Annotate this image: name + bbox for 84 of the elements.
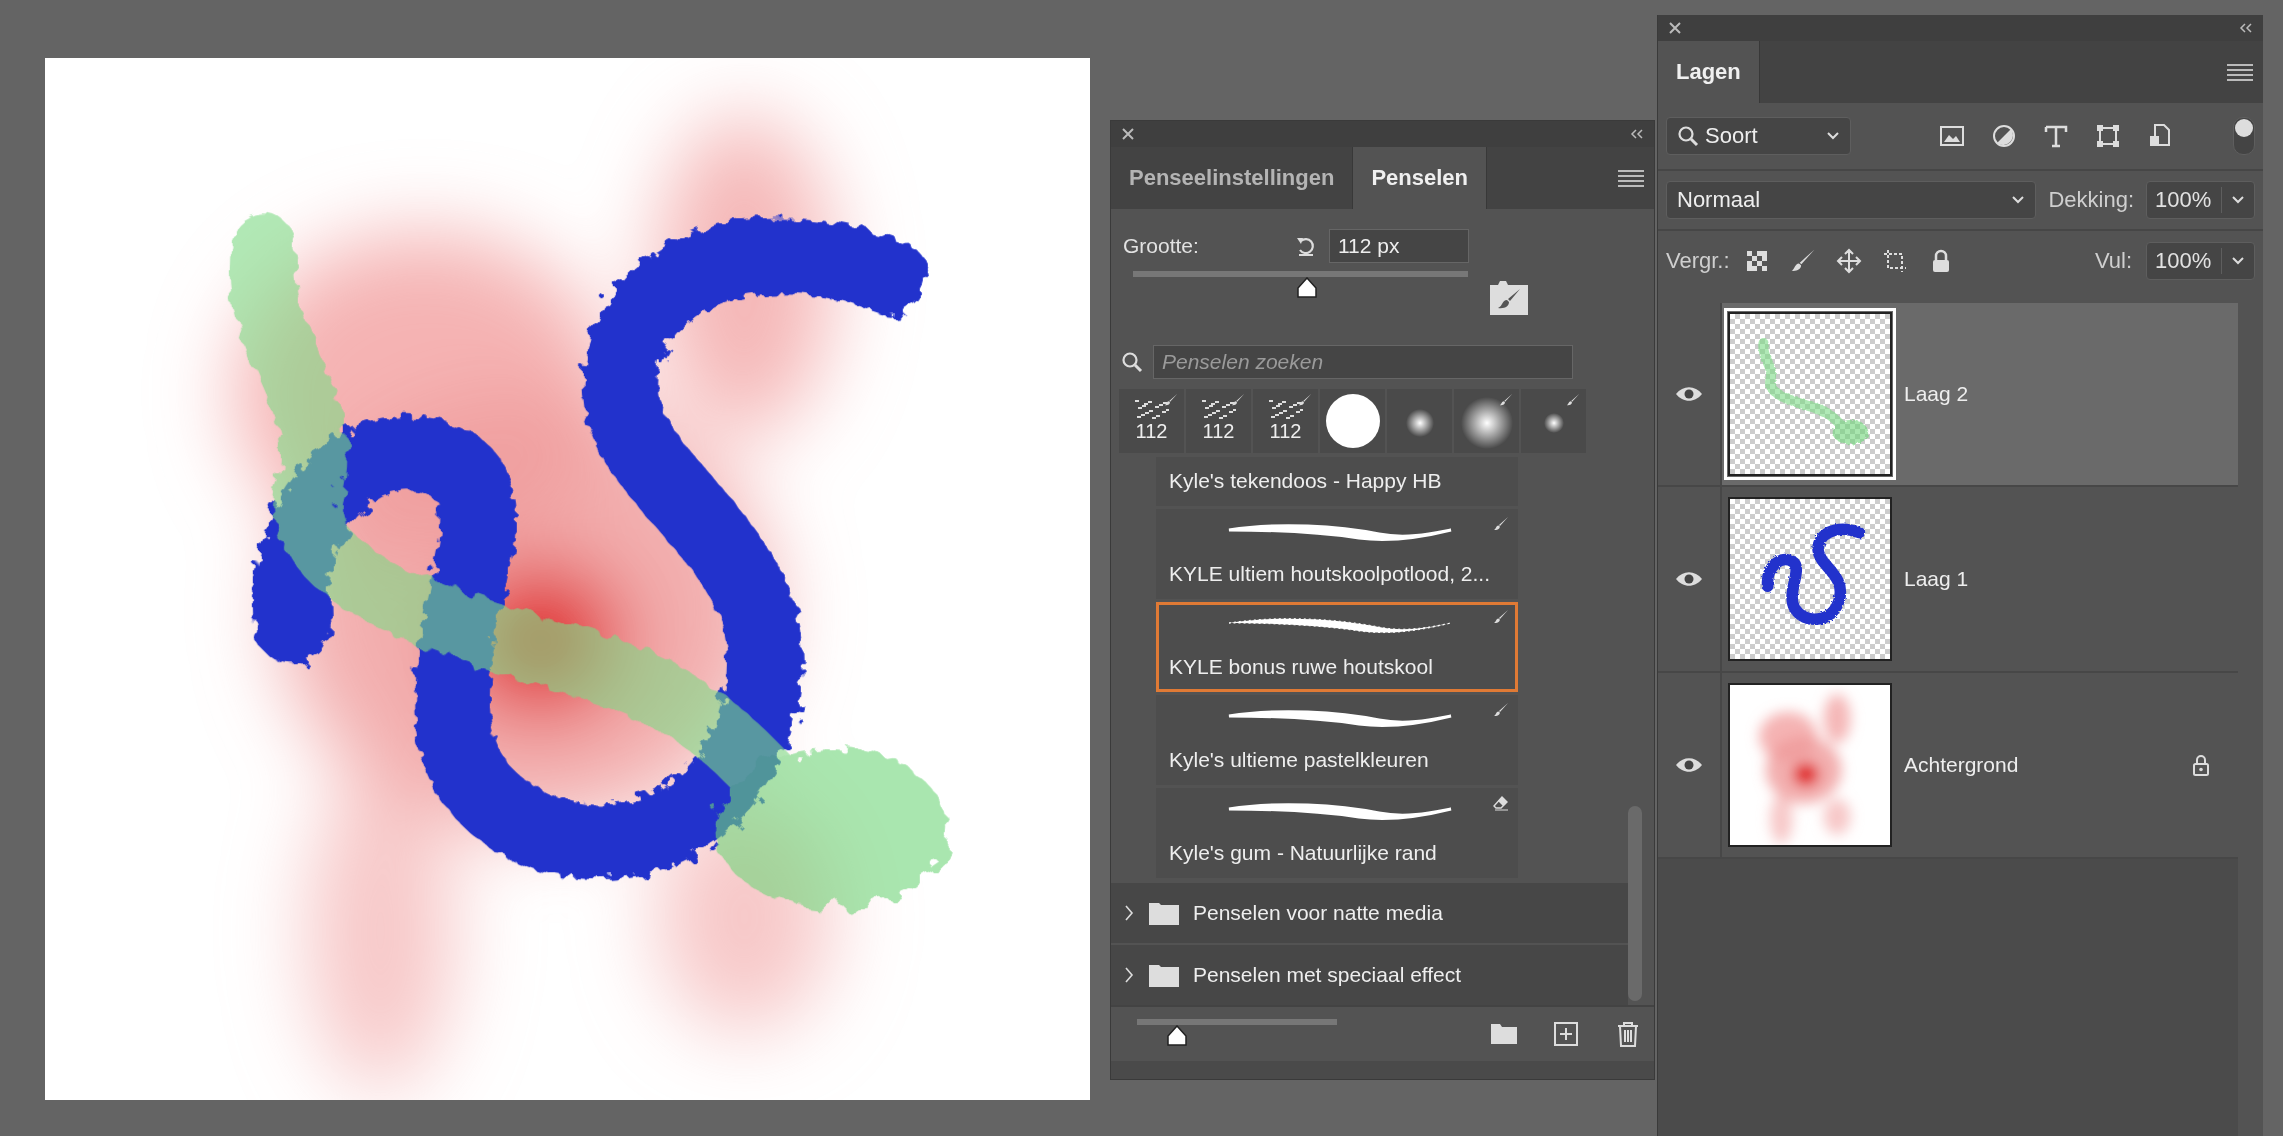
- brush-name: Kyle's tekendoos - Happy HB: [1169, 468, 1443, 493]
- layer-name: Laag 1: [1904, 567, 1969, 591]
- fill-label: Vul:: [2094, 248, 2132, 274]
- brush-preset[interactable]: [1320, 389, 1385, 453]
- type-icon[interactable]: [2043, 123, 2069, 149]
- brush-item[interactable]: Kyle's tekendoos - Happy HB: [1156, 457, 1518, 506]
- brush-icon: [1493, 608, 1509, 625]
- eye-icon[interactable]: [1675, 756, 1703, 774]
- scrollbar[interactable]: [1628, 806, 1642, 1001]
- close-icon[interactable]: [1668, 21, 1682, 35]
- soft-round-brush-icon: [1543, 413, 1564, 433]
- brush-name: Kyle's ultieme pastelkleuren: [1169, 748, 1430, 773]
- caret-icon: [2231, 195, 2245, 205]
- layer-name: Laag 2: [1904, 382, 1969, 406]
- reset-icon[interactable]: [1295, 235, 1317, 257]
- blend-mode-dropdown[interactable]: Normaal: [1666, 181, 2037, 219]
- brush-name: KYLE bonus ruwe houtskool: [1169, 655, 1434, 680]
- new-brush-icon[interactable]: [1490, 281, 1528, 315]
- collapse-icon[interactable]: [1630, 127, 1644, 141]
- caret-icon: [1826, 131, 1840, 141]
- brush-icon: [1493, 515, 1509, 532]
- eye-icon[interactable]: [1675, 385, 1703, 403]
- brush-icon: [1493, 702, 1509, 719]
- artboard-icon[interactable]: [1881, 248, 1908, 274]
- folder-icon: [1149, 901, 1179, 926]
- brush-name: KYLE ultiem houtskoolpotlood, 2...: [1169, 561, 1492, 586]
- eraser-icon: [1493, 795, 1509, 812]
- brush-icon: [1231, 393, 1245, 407]
- size-label: Grootte:: [1123, 234, 1200, 258]
- brush-preset[interactable]: [1521, 389, 1586, 453]
- panel-tab[interactable]: Lagen: [1658, 41, 1760, 103]
- brush-preset[interactable]: 112: [1186, 389, 1251, 453]
- caret-icon: [2011, 195, 2026, 205]
- brush-icon: [1566, 393, 1580, 407]
- lock-label: Vergr.:: [1666, 248, 1730, 274]
- brush-preset[interactable]: [1387, 389, 1452, 453]
- move-icon[interactable]: [1835, 248, 1862, 274]
- brush-icon[interactable]: [1789, 248, 1816, 274]
- brush-item[interactable]: Kyle's ultieme pastelkleuren: [1156, 695, 1518, 786]
- hard-round-brush-icon: [1324, 393, 1381, 449]
- collapse-icon[interactable]: [2239, 21, 2253, 35]
- brush-preset[interactable]: 112: [1253, 389, 1318, 453]
- brush-item[interactable]: KYLE ultiem houtskoolpotlood, 2...: [1156, 508, 1518, 599]
- brush-item[interactable]: Kyle's gum - Natuurlijke rand: [1156, 788, 1518, 879]
- image-icon[interactable]: [1939, 123, 1965, 149]
- smart-object-icon[interactable]: [2147, 123, 2173, 149]
- size-slider[interactable]: [1133, 271, 1468, 301]
- filter-dropdown[interactable]: Soort: [1666, 117, 1851, 155]
- brush-preset[interactable]: 112: [1119, 389, 1184, 453]
- menu-icon[interactable]: [2227, 63, 2253, 81]
- panel-tab[interactable]: Penselen: [1353, 147, 1487, 209]
- fill-field[interactable]: 100%: [2146, 242, 2255, 280]
- layer-name: Achtergrond: [1904, 753, 2019, 777]
- brush-group[interactable]: Penselen voor natte media: [1111, 883, 1628, 944]
- texture-brush-icon: [1268, 399, 1303, 420]
- filter-toggle[interactable]: [2233, 117, 2255, 155]
- soft-round-brush-icon: [1460, 397, 1513, 449]
- add-icon[interactable]: [1552, 1020, 1580, 1048]
- search-field[interactable]: Penselen zoeken: [1153, 345, 1573, 379]
- eye-icon[interactable]: [1675, 570, 1703, 588]
- opacity-label: Dekking:: [2048, 187, 2134, 213]
- soft-round-brush-icon: [1405, 409, 1434, 437]
- layer-row[interactable]: Laag 2: [1722, 303, 2238, 485]
- texture-brush-icon: [1201, 399, 1236, 420]
- brush-name: Kyle's gum - Natuurlijke rand: [1169, 841, 1438, 866]
- folder-icon: [1149, 963, 1179, 988]
- preview-size-slider[interactable]: [1137, 1019, 1337, 1049]
- brush-item[interactable]: KYLE bonus ruwe houtskool: [1156, 601, 1518, 693]
- brush-group[interactable]: Penselen met speciaal effect: [1111, 945, 1628, 1006]
- texture-brush-icon: [1134, 399, 1169, 420]
- search-icon: [1677, 125, 1699, 147]
- close-icon[interactable]: [1121, 127, 1135, 141]
- shape-icon[interactable]: [2095, 123, 2121, 149]
- size-field[interactable]: 112 px: [1329, 229, 1469, 263]
- adjustment-icon[interactable]: [1991, 123, 2017, 149]
- panel-resize-grip[interactable]: [1111, 1061, 1654, 1079]
- brush-icon: [1298, 393, 1312, 407]
- search-icon: [1121, 351, 1143, 373]
- brush-icon: [1164, 393, 1178, 407]
- menu-icon[interactable]: [1618, 169, 1644, 187]
- opacity-field[interactable]: 100%: [2146, 181, 2255, 219]
- brush-preset[interactable]: [1454, 389, 1519, 453]
- brush-icon: [1499, 393, 1513, 407]
- caret-icon: [2231, 256, 2245, 266]
